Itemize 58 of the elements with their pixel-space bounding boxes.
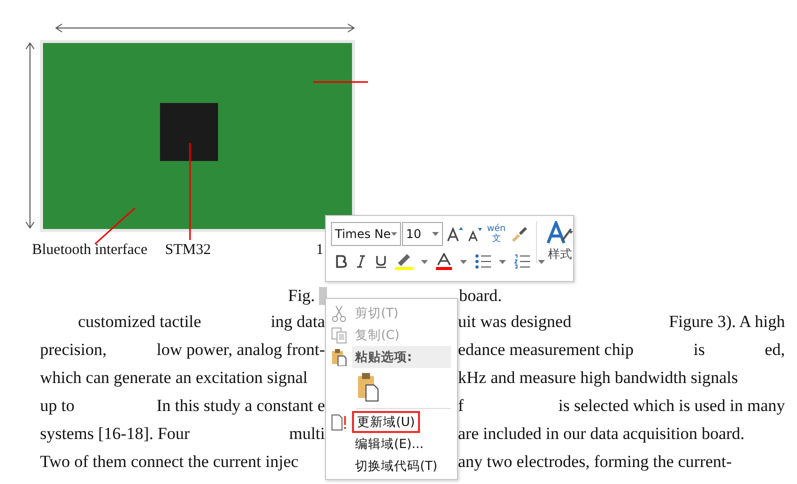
copy-icon xyxy=(331,326,347,344)
body-text: edance measurement chip xyxy=(458,339,634,362)
grow-font-icon xyxy=(447,226,463,242)
caret-icon xyxy=(421,260,428,264)
clipboard-icon xyxy=(331,348,347,366)
body-text: In this study a constant e xyxy=(156,395,325,418)
styles-button[interactable]: 样式 xyxy=(536,221,575,263)
body-text: ed, xyxy=(764,339,785,362)
menu-section-header: 粘贴选项: xyxy=(352,346,451,368)
body-text: f xyxy=(458,395,464,418)
figure-label: STM32 xyxy=(165,241,211,260)
caption-text: Fig. xyxy=(288,285,315,308)
menu-item[interactable]: 更新域(U) xyxy=(352,410,420,434)
underline-icon xyxy=(375,255,387,268)
body-text: customized tactile xyxy=(78,311,202,334)
scissors-icon xyxy=(331,304,347,322)
body-text: ing data xyxy=(270,311,325,334)
caret-icon xyxy=(432,232,439,236)
caret-icon xyxy=(460,260,467,264)
body-text: which can generate an excitation signal xyxy=(40,367,308,390)
body-text: up to xyxy=(40,395,74,418)
bullet-list-icon xyxy=(475,254,491,269)
body-text: precision, xyxy=(40,339,107,362)
figure-label: 1 xyxy=(316,241,324,260)
chip-drawing xyxy=(160,103,218,161)
body-text: any two electrodes, forming the current- xyxy=(458,451,732,474)
paste-option-icon xyxy=(357,372,379,402)
leader-line xyxy=(94,207,136,245)
menu-item[interactable]: 编辑域(E)... xyxy=(352,434,427,454)
document-exclamation-icon xyxy=(331,414,347,430)
format-painter-icon xyxy=(510,226,528,242)
menu-item[interactable]: 切换域代码(T) xyxy=(352,456,440,476)
figure-label: Bluetooth interface xyxy=(32,241,148,260)
font-size-dropdown[interactable]: 10 xyxy=(402,222,443,246)
body-text: multi xyxy=(289,423,325,446)
font-color-icon xyxy=(436,253,452,270)
body-text: is selected which is used in many xyxy=(558,395,785,418)
numbered-list-icon xyxy=(514,254,530,269)
font-name-dropdown[interactable]: Times Ne xyxy=(331,222,401,246)
body-text: low power, analog front- xyxy=(156,339,325,362)
caret-icon xyxy=(390,232,397,236)
shrink-font-icon xyxy=(467,226,483,242)
caret-icon xyxy=(499,260,506,264)
body-text: uit was designed xyxy=(458,311,572,334)
body-text: systems [16-18]. Four xyxy=(40,423,190,446)
caption-text: board. xyxy=(458,285,502,308)
phonetic-guide-button[interactable]: wén 文 xyxy=(487,224,506,244)
italic-icon xyxy=(355,255,367,268)
leader-line xyxy=(313,81,368,83)
body-text: Two of them connect the current injec xyxy=(40,451,298,474)
styles-icon xyxy=(545,221,575,245)
body-text: are included in our data acquisition board. xyxy=(458,423,745,446)
body-text: kHz and measure high bandwidth signals xyxy=(458,367,738,390)
caret-icon xyxy=(538,260,545,264)
body-text: Figure 3). A high xyxy=(668,311,785,334)
bold-icon xyxy=(335,255,347,268)
highlighter-icon xyxy=(395,253,413,270)
body-text: is xyxy=(693,339,705,362)
